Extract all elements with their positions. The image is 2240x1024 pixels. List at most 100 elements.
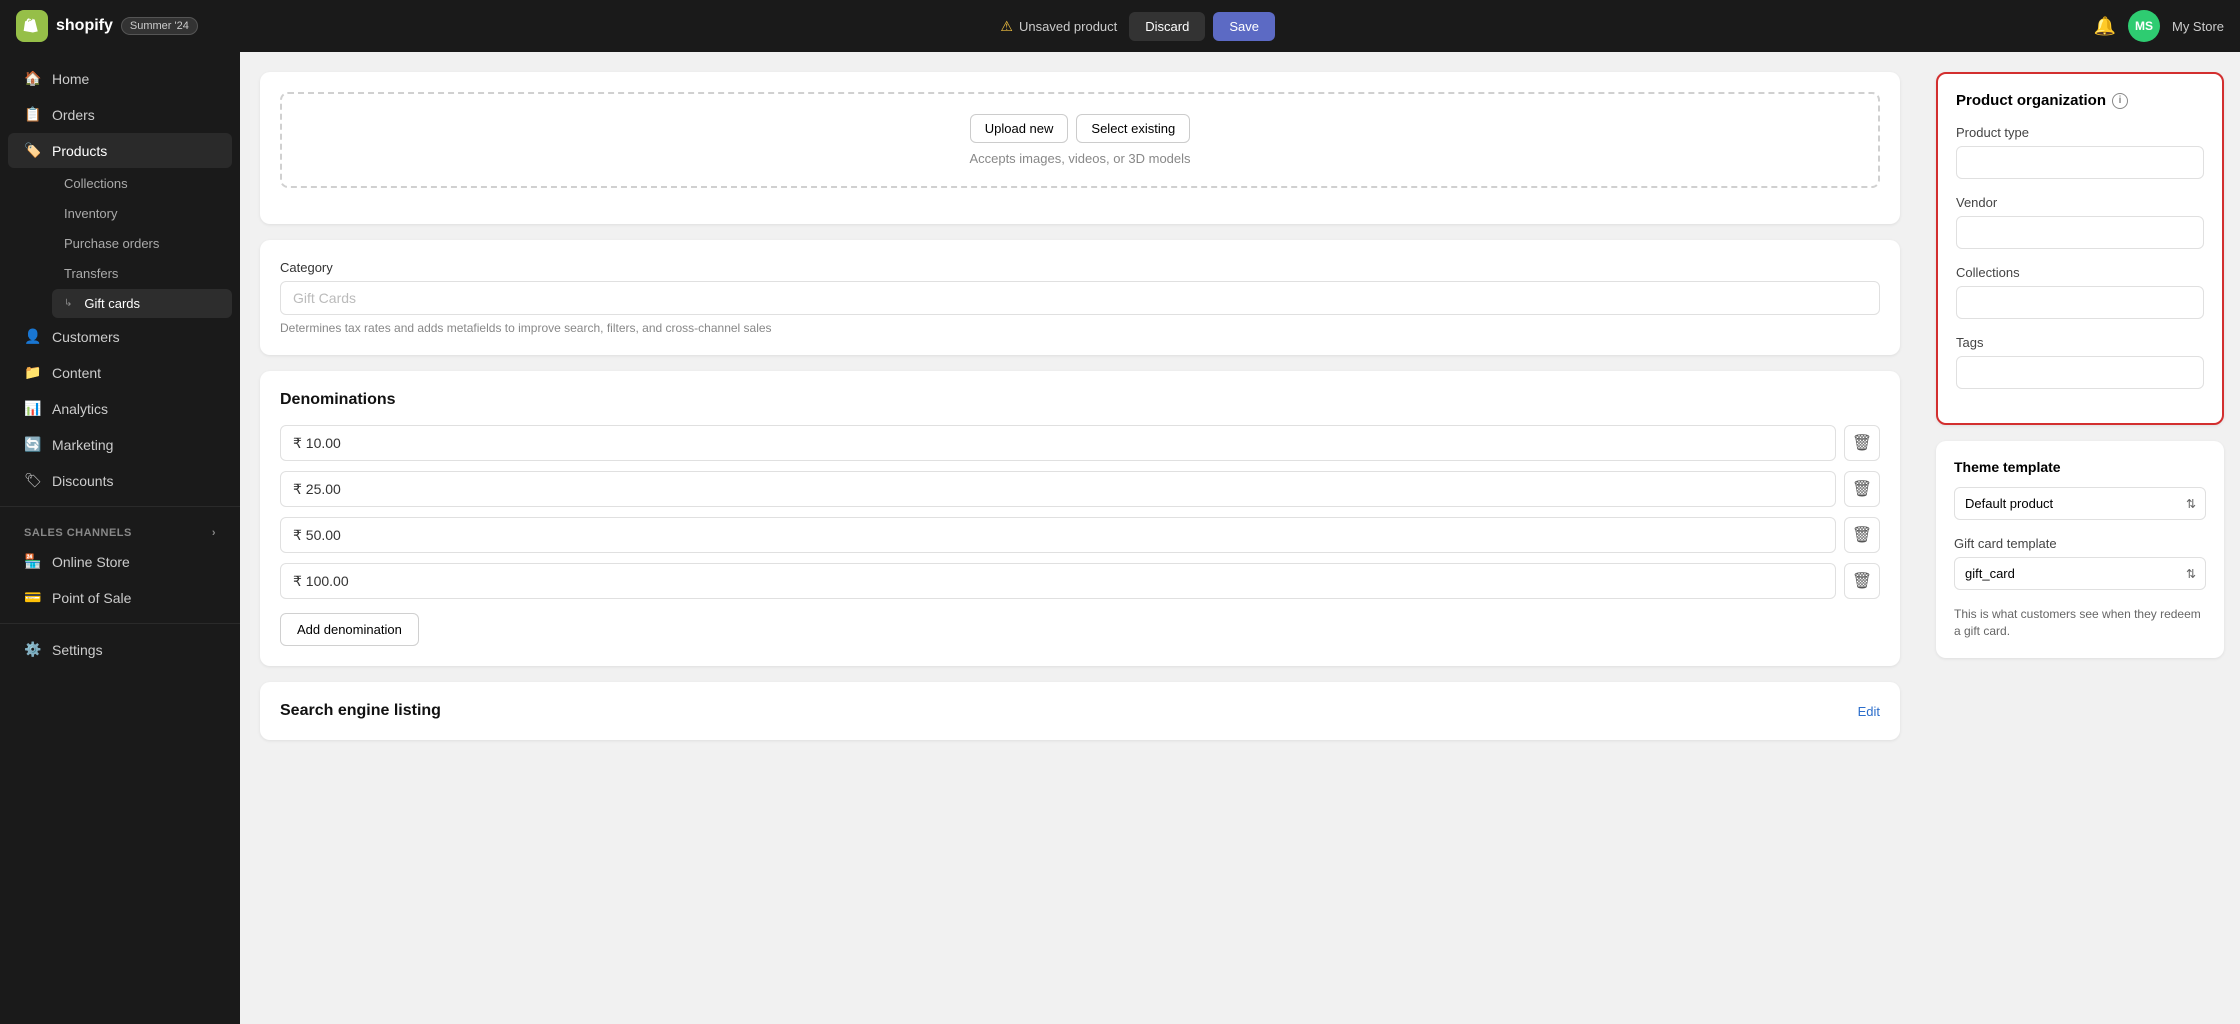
online-store-label: Online Store — [52, 554, 130, 570]
denomination-row-1: 🗑 — [280, 471, 1880, 507]
seo-card: Search engine listing Edit — [260, 682, 1900, 740]
marketing-icon: 🔄 — [24, 436, 42, 453]
upload-area[interactable]: Upload new Select existing Accepts image… — [280, 92, 1880, 188]
sidebar-item-marketing[interactable]: 🔄 Marketing — [8, 427, 232, 462]
info-icon[interactable]: i — [2112, 93, 2128, 109]
sidebar-item-point-of-sale[interactable]: 💳 Point of Sale — [8, 580, 232, 615]
gift-cards-arrow-icon: ↳ — [64, 298, 72, 309]
discounts-icon: 🏷 — [24, 472, 42, 489]
upload-new-button[interactable]: Upload new — [970, 114, 1069, 143]
sidebar-item-customers[interactable]: 👤 Customers — [8, 319, 232, 354]
sidebar-item-gift-cards[interactable]: ↳ Gift cards — [52, 289, 232, 318]
denomination-row-0: 🗑 — [280, 425, 1880, 461]
sidebar-item-orders[interactable]: 📋 Orders — [8, 97, 232, 132]
unsaved-text: Unsaved product — [1019, 19, 1117, 34]
delete-denomination-1-button[interactable]: 🗑 — [1844, 471, 1880, 507]
sidebar: 🏠 Home 📋 Orders 🏷️ Products Collections … — [0, 52, 240, 1024]
unsaved-notice: ⚠ Unsaved product — [1000, 18, 1117, 35]
shopify-icon — [16, 10, 48, 42]
logo-area[interactable]: shopify Summer '24 — [16, 10, 198, 42]
denomination-row-3: 🗑 — [280, 563, 1880, 599]
sidebar-item-content-label: Content — [52, 365, 101, 381]
sidebar-item-products[interactable]: 🏷️ Products — [8, 133, 232, 168]
vendor-label: Vendor — [1956, 195, 2204, 210]
sidebar-item-customers-label: Customers — [52, 329, 120, 345]
theme-template-title: Theme template — [1954, 459, 2206, 475]
theme-template-select[interactable]: Default product — [1954, 487, 2206, 520]
seo-header: Search engine listing Edit — [280, 702, 1880, 720]
point-of-sale-label: Point of Sale — [52, 590, 131, 606]
sidebar-item-settings[interactable]: ⚙️ Settings — [8, 632, 232, 667]
products-submenu: Collections Inventory Purchase orders Tr… — [0, 169, 240, 318]
sidebar-item-content[interactable]: 📁 Content — [8, 355, 232, 390]
avatar[interactable]: MS — [2128, 10, 2160, 42]
gift-card-template-label: Gift card template — [1954, 536, 2206, 551]
save-button[interactable]: Save — [1213, 12, 1275, 41]
upload-buttons: Upload new Select existing — [302, 114, 1858, 143]
vendor-input[interactable] — [1956, 216, 2204, 249]
sales-channels-label: Sales channels — [24, 527, 132, 539]
denomination-input-1[interactable] — [280, 471, 1836, 507]
content-icon: 📁 — [24, 364, 42, 381]
analytics-icon: 📊 — [24, 400, 42, 417]
category-label: Category — [280, 260, 1880, 275]
sidebar-item-purchase-orders[interactable]: Purchase orders — [52, 229, 232, 258]
sidebar-item-analytics[interactable]: 📊 Analytics — [8, 391, 232, 426]
sidebar-item-discounts-label: Discounts — [52, 473, 113, 489]
denomination-input-0[interactable] — [280, 425, 1836, 461]
product-type-label: Product type — [1956, 125, 2204, 140]
sidebar-item-orders-label: Orders — [52, 107, 95, 123]
tags-input[interactable] — [1956, 356, 2204, 389]
topbar-right: 🔔 MS My Store — [2094, 10, 2224, 42]
denomination-input-2[interactable] — [280, 517, 1836, 553]
product-organization-title: Product organization i — [1956, 92, 2204, 109]
seo-title: Search engine listing — [280, 702, 441, 720]
settings-icon: ⚙️ — [24, 641, 42, 658]
home-icon: 🏠 — [24, 70, 42, 87]
product-organization-card: Product organization i Product type Vend… — [1936, 72, 2224, 425]
denominations-title: Denominations — [280, 391, 1880, 409]
sidebar-item-home-label: Home — [52, 71, 89, 87]
sidebar-item-home[interactable]: 🏠 Home — [8, 61, 232, 96]
delete-denomination-0-button[interactable]: 🗑 — [1844, 425, 1880, 461]
add-denomination-button[interactable]: Add denomination — [280, 613, 419, 646]
product-type-input[interactable] — [1956, 146, 2204, 179]
center-panel: Upload new Select existing Accepts image… — [240, 52, 1920, 1024]
expand-icon[interactable]: › — [212, 527, 216, 539]
app-body: 🏠 Home 📋 Orders 🏷️ Products Collections … — [0, 52, 2240, 1024]
denomination-input-3[interactable] — [280, 563, 1836, 599]
sidebar-item-collections[interactable]: Collections — [52, 169, 232, 198]
collections-label: Collections — [64, 176, 128, 191]
seo-edit-button[interactable]: Edit — [1858, 704, 1880, 719]
settings-label: Settings — [52, 642, 103, 658]
sidebar-item-online-store[interactable]: 🏪 Online Store — [8, 544, 232, 579]
topbar: shopify Summer '24 ⚠ Unsaved product Dis… — [0, 0, 2240, 52]
gift-card-template-select-wrapper: gift_card ⇅ — [1954, 557, 2206, 590]
delete-denomination-3-button[interactable]: 🗑 — [1844, 563, 1880, 599]
sidebar-item-transfers[interactable]: Transfers — [52, 259, 232, 288]
sidebar-item-products-label: Products — [52, 143, 107, 159]
upload-card: Upload new Select existing Accepts image… — [260, 72, 1900, 224]
delete-denomination-2-button[interactable]: 🗑 — [1844, 517, 1880, 553]
collections-label: Collections — [1956, 265, 2204, 280]
tags-field: Tags — [1956, 335, 2204, 389]
sidebar-item-discounts[interactable]: 🏷 Discounts — [8, 463, 232, 498]
inventory-label: Inventory — [64, 206, 117, 221]
collections-input[interactable] — [1956, 286, 2204, 319]
topbar-center: ⚠ Unsaved product Discard Save — [210, 12, 2066, 41]
select-existing-button[interactable]: Select existing — [1076, 114, 1190, 143]
version-badge: Summer '24 — [121, 17, 198, 35]
notification-bell-icon[interactable]: 🔔 — [2094, 16, 2116, 37]
vendor-field: Vendor — [1956, 195, 2204, 249]
purchase-orders-label: Purchase orders — [64, 236, 159, 251]
sidebar-item-analytics-label: Analytics — [52, 401, 108, 417]
gift-card-template-select[interactable]: gift_card — [1954, 557, 2206, 590]
category-input[interactable] — [280, 281, 1880, 315]
sidebar-divider — [0, 506, 240, 507]
gift-card-template-hint: This is what customers see when they red… — [1954, 606, 2206, 640]
topbar-actions: Discard Save — [1129, 12, 1275, 41]
discard-button[interactable]: Discard — [1129, 12, 1205, 41]
sidebar-item-inventory[interactable]: Inventory — [52, 199, 232, 228]
theme-template-select-wrapper: Default product ⇅ — [1954, 487, 2206, 520]
sidebar-item-marketing-label: Marketing — [52, 437, 113, 453]
